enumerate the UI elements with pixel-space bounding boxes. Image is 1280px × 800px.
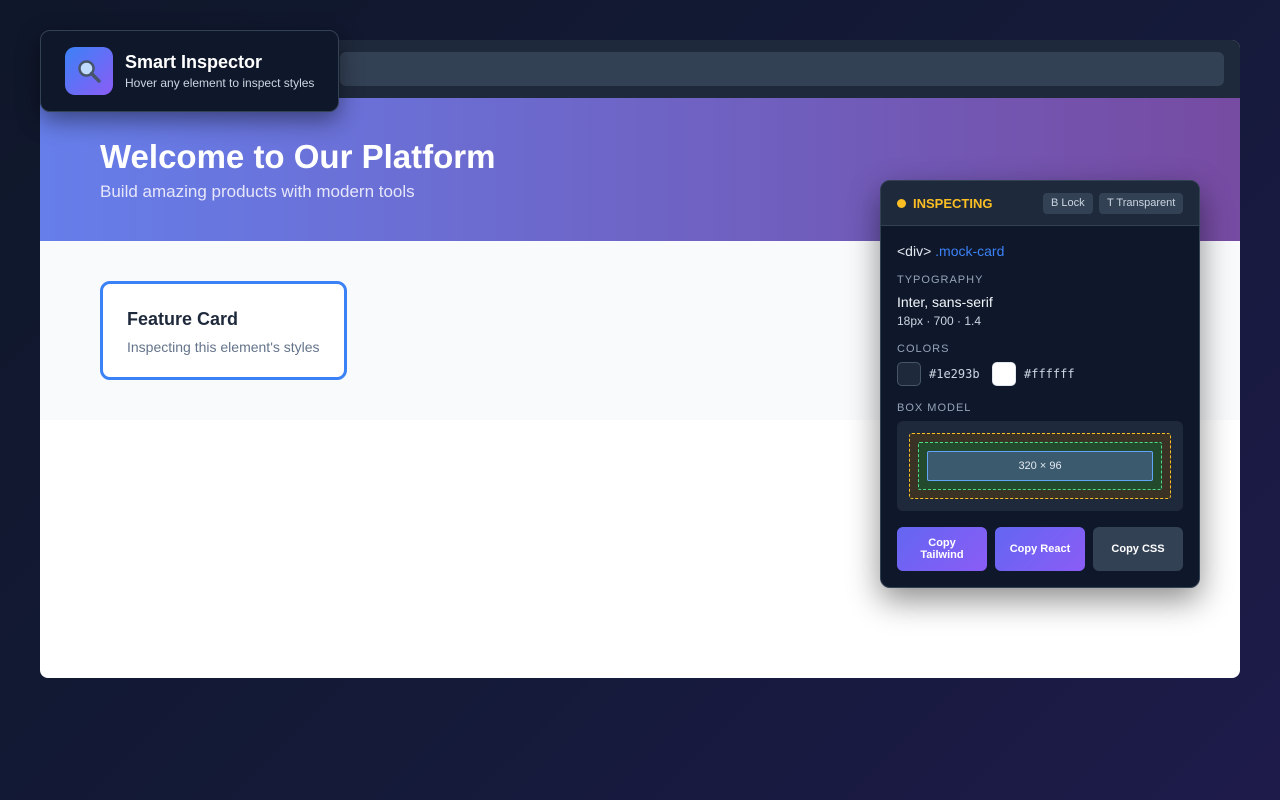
extension-badge: Smart Inspector Hover any element to ins…: [40, 30, 339, 112]
colors-label: COLORS: [897, 343, 950, 355]
box-model-padding: 320 × 96: [918, 442, 1162, 490]
status-dot-icon: [897, 199, 906, 208]
extension-name: Smart Inspector: [125, 52, 263, 72]
transparent-shortcut[interactable]: T Transparent: [1099, 193, 1184, 214]
extension-tagline: Hover any element to inspect styles: [125, 76, 315, 90]
inspecting-status: INSPECTING: [913, 196, 993, 211]
hero-subtitle: Build amazing products with modern tools: [100, 182, 415, 201]
magnifier-icon: [65, 47, 113, 95]
card-description: Inspecting this element's styles: [127, 339, 320, 355]
element-class: .mock-card: [935, 243, 1005, 259]
box-model-margin: 320 × 96: [909, 433, 1171, 499]
background-color-value: #ffffff: [1024, 367, 1075, 381]
background-color-swatch[interactable]: [992, 362, 1016, 386]
copy-tailwind-button[interactable]: Copy Tailwind: [897, 527, 987, 571]
hero-title: Welcome to Our Platform: [100, 138, 496, 175]
element-selector: <div> .mock-card: [897, 243, 1004, 259]
text-color-value: #1e293b: [929, 367, 980, 381]
inspector-panel: INSPECTING B Lock T Transparent <div> .m…: [880, 180, 1200, 588]
font-family-value: Inter, sans-serif: [897, 294, 993, 310]
box-model-diagram: 320 × 96: [897, 421, 1183, 511]
lock-shortcut[interactable]: B Lock: [1043, 193, 1093, 214]
copy-css-button[interactable]: Copy CSS: [1093, 527, 1183, 571]
card-title: Feature Card: [127, 309, 239, 329]
font-metrics-value: 18px · 700 · 1.4: [897, 314, 982, 328]
text-color-swatch[interactable]: [897, 362, 921, 386]
inspector-header: INSPECTING B Lock T Transparent: [881, 181, 1199, 226]
typography-label: TYPOGRAPHY: [897, 274, 984, 286]
copy-react-button[interactable]: Copy React: [995, 527, 1085, 571]
box-model-label: BOX MODEL: [897, 402, 972, 414]
box-model-content: 320 × 96: [927, 451, 1153, 481]
address-bar[interactable]: [340, 52, 1224, 86]
element-tag: <div>: [897, 243, 932, 259]
feature-card[interactable]: Feature Card Inspecting this element's s…: [100, 281, 347, 380]
